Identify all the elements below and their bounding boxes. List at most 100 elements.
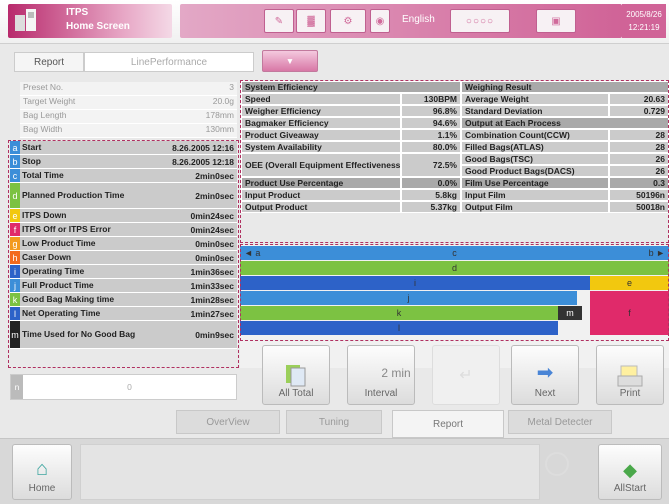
op-label: Filled Bags(ATLAS)	[461, 141, 609, 153]
left-row-c: c Total Time 2min0sec	[10, 169, 237, 183]
left-row-j: j Full Product Time 1min33sec	[10, 279, 237, 293]
row-value: 1min33sec	[190, 280, 234, 291]
indicator-icon	[545, 452, 569, 476]
arrow-right-icon: ➡	[536, 362, 554, 384]
edit-icon[interactable]: ✎	[264, 9, 294, 33]
status-lights-icon[interactable]: ○○○○	[450, 9, 510, 33]
home-label: Home	[28, 483, 56, 494]
se-value: 94.6%	[401, 117, 461, 129]
wr-value: 20.63	[609, 93, 669, 105]
preset-value: 178mm	[205, 110, 234, 120]
wr-label: Average Weight	[461, 93, 609, 105]
home-icon: ⌂	[35, 458, 49, 480]
preset-row: Preset No. 3	[20, 82, 237, 96]
all-total-button[interactable]: All Total	[262, 345, 330, 405]
toolbar: ✎ ▓ ⚙ ◉ English ○○○○ ▣	[180, 4, 622, 38]
bar-d: d	[240, 261, 669, 275]
title-line1: ITPS	[66, 7, 89, 18]
row-value: 0min0sec	[195, 252, 234, 263]
tab-tuning[interactable]: Tuning	[286, 410, 382, 434]
row-value: 1min36sec	[190, 266, 234, 277]
line-performance-field[interactable]: LinePerformance	[84, 52, 254, 72]
wr-label: Standard Deviation	[461, 105, 609, 117]
row-label: Time Used for No Good Bag	[22, 329, 136, 339]
clock: 2005/8/26 12:21:19	[622, 4, 666, 38]
date-display: 2005/8/26	[626, 10, 662, 19]
globe-icon[interactable]: ◉	[370, 9, 390, 33]
pu-label: Output Product	[241, 201, 401, 213]
se-value: 130BPM	[401, 93, 461, 105]
op-label: Good Bags(TSC)	[461, 153, 609, 165]
row-value: 2min0sec	[195, 190, 234, 201]
pu-value: 5.37kg	[401, 201, 461, 213]
preset-label: Bag Width	[23, 124, 63, 134]
se-value: 72.5%	[401, 153, 461, 177]
row-letter-j: j	[10, 279, 20, 292]
chevron-down-icon: ▼	[285, 56, 295, 66]
row-label: Planned Production Time	[22, 190, 125, 200]
se-label: System Availability	[241, 141, 401, 153]
fu-value: 50018n	[609, 201, 669, 213]
row-value: 2min0sec	[195, 170, 234, 181]
home-button[interactable]: ⌂ Home	[12, 444, 72, 500]
fu-label: Input Film	[461, 189, 609, 201]
row-label: ITPS Down	[22, 210, 67, 220]
row-letter-d: d	[10, 183, 20, 208]
allstart-button[interactable]: ◆ AllStart	[598, 444, 662, 500]
op-value: 26	[609, 165, 669, 177]
left-row-i: i Operating Time 1min36sec	[10, 265, 237, 279]
next-button[interactable]: ➡ Next	[511, 345, 579, 405]
print-label: Print	[619, 388, 641, 399]
language-label[interactable]: English	[402, 14, 435, 25]
chart-icon[interactable]: ▓	[296, 9, 326, 33]
title-line2: Home Screen	[66, 21, 130, 32]
row-value: 0min0sec	[195, 238, 234, 249]
left-row-g: g Low Product Time 0min0sec	[10, 237, 237, 251]
monitor-icon[interactable]: ▣	[536, 9, 576, 33]
settings-icon[interactable]: ⚙	[330, 9, 366, 33]
row-letter-i: i	[10, 265, 20, 278]
pu-label: Input Product	[241, 189, 401, 201]
machine-icon	[15, 9, 36, 31]
left-row-f: f ITPS Off or ITPS Error 0min24sec	[10, 223, 237, 237]
pu-value: 5.8kg	[401, 189, 461, 201]
row-label: Net Operating Time	[22, 308, 101, 318]
preset-label: Bag Length	[23, 110, 67, 120]
tab-report[interactable]: Report	[14, 52, 84, 72]
row-label: Operating Time	[22, 266, 85, 276]
row-label: Stop	[22, 156, 41, 166]
fu-label: Output Film	[461, 201, 609, 213]
se-label: Weigher Efficiency	[241, 105, 401, 117]
row-letter-n: n	[11, 375, 23, 399]
fu-value: 50196n	[609, 189, 669, 201]
se-label: Speed	[241, 93, 401, 105]
row-label: Low Product Time	[22, 238, 96, 248]
print-button[interactable]: Print	[596, 345, 664, 405]
bar-j: j	[240, 291, 577, 305]
back-button[interactable]: ↵	[432, 345, 500, 405]
product-use-value: 0.0%	[401, 177, 461, 189]
tab-overview[interactable]: OverView	[176, 410, 280, 434]
op-label: Combination Count(CCW)	[461, 129, 609, 141]
left-row-d: d Planned Production Time 2min0sec	[10, 183, 237, 209]
left-row-h: h Caser Down 0min0sec	[10, 251, 237, 265]
time-display: 12:21:19	[628, 23, 660, 32]
bar-b-label: b ►	[648, 248, 665, 258]
message-area	[80, 444, 540, 500]
tab-metal-detecter[interactable]: Metal Detecter	[508, 410, 612, 434]
allstart-label: AllStart	[613, 483, 647, 494]
row-label: Start	[22, 142, 42, 152]
bar-a-label: ◄ a	[244, 248, 261, 258]
preset-row: Target Weight 20.0g	[20, 96, 237, 110]
dropdown-button[interactable]: ▼	[262, 50, 318, 72]
row-value: 0min24sec	[190, 224, 234, 235]
se-label: Bagmaker Efficiency	[241, 117, 401, 129]
tab-report-screen[interactable]: Report	[392, 410, 504, 438]
row-value: 1min27sec	[190, 308, 234, 319]
row-label: Full Product Time	[22, 280, 94, 290]
n-value[interactable]: 0	[23, 382, 236, 392]
row-letter-k: k	[10, 293, 20, 306]
row-value: 0min9sec	[195, 329, 234, 340]
bar-m: m	[558, 306, 582, 320]
interval-button[interactable]: 2 min Interval	[347, 345, 415, 405]
